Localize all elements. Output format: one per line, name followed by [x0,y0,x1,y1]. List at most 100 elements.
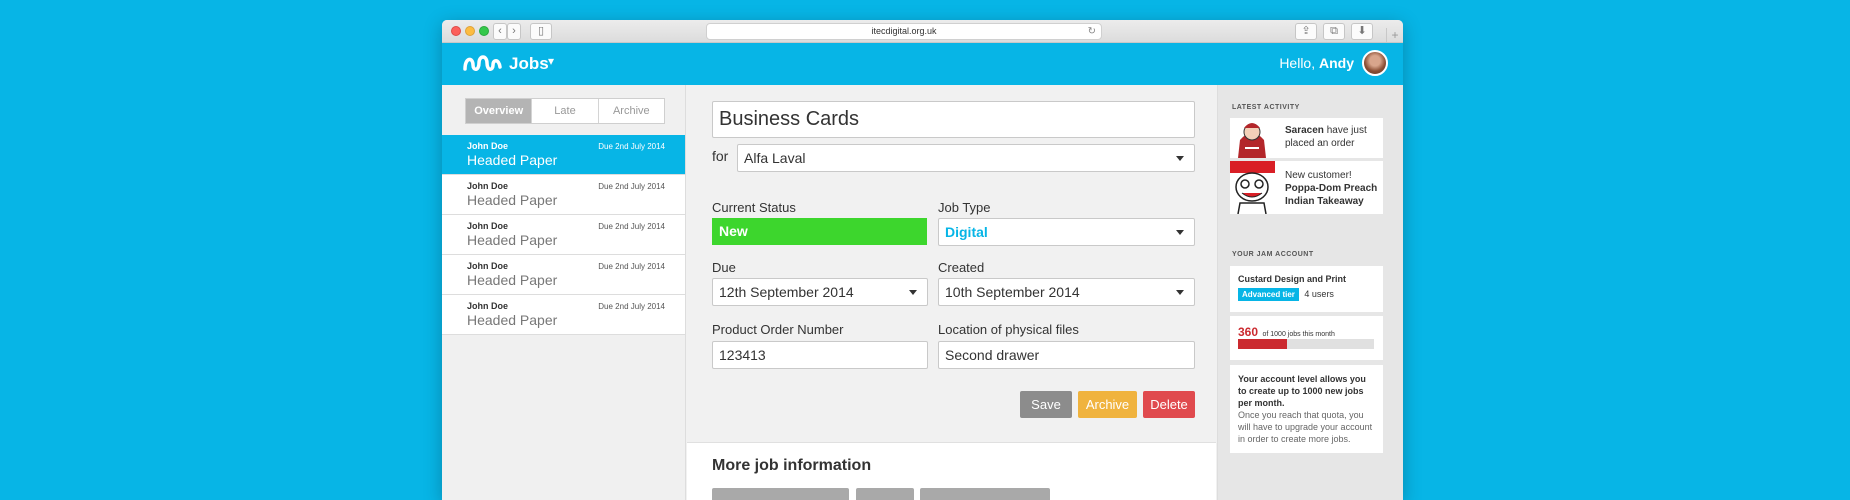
job-customer: John Doe [467,181,509,191]
created-date-value: 10th September 2014 [945,284,1080,300]
chevron-down-icon [1176,230,1184,235]
company-name: Custard Design and Print [1238,274,1347,284]
share-icon: ⇪ [1301,25,1311,37]
job-type-select[interactable]: Digital [938,218,1195,246]
job-title: Headed Paper [467,192,558,208]
list-item[interactable]: John Doe Due 2nd July 2014 Headed Paper [442,255,685,295]
save-button[interactable]: Save [1020,391,1072,418]
download-icon: ⬇ [1357,25,1367,37]
more-info-section: More job information [687,442,1216,500]
more-info-tab[interactable] [856,488,914,500]
tabs-button[interactable]: ⧉ [1323,23,1345,40]
account-section-title: YOUR JAM ACCOUNT [1232,251,1314,258]
latest-activity-title: LATEST ACTIVITY [1232,104,1300,111]
chevron-down-icon [1176,290,1184,295]
delete-button[interactable]: Delete [1143,391,1195,418]
plus-icon: + [1391,28,1399,42]
activity-text: Saracen have just placed an order [1285,124,1380,150]
tab-late[interactable]: Late [531,99,597,123]
job-list-tabs: Overview Late Archive [465,98,665,124]
due-date-value: 12th September 2014 [719,284,854,300]
list-item[interactable]: John Doe Due 2nd July 2014 Headed Paper [442,175,685,215]
job-due: Due 2nd July 2014 [598,262,665,271]
archive-button[interactable]: Archive [1078,391,1137,418]
close-window-button[interactable] [451,26,461,36]
jobs-count: 360 [1238,325,1259,339]
usage-card: 360 of 1000 jobs this month [1230,316,1383,360]
avatar[interactable] [1362,50,1388,76]
po-number-input[interactable] [712,341,928,369]
more-info-title: More job information [712,457,872,474]
created-date-select[interactable]: 10th September 2014 [938,278,1195,306]
job-type-value: Digital [945,224,988,240]
created-label: Created [938,260,985,275]
activity-actor: Poppa-Dom Preach Indian Takeaway [1285,183,1378,207]
jam-logo-icon [463,55,502,71]
location-input[interactable] [938,341,1195,369]
job-title: Headed Paper [467,312,558,328]
job-customer: John Doe [467,141,509,151]
app-title[interactable]: Jobs [509,54,549,74]
list-item[interactable]: John Doe Due 2nd July 2014 Headed Paper [442,135,685,175]
tier-badge[interactable]: Advanced tier [1238,288,1299,301]
user-count: 4 users [1304,289,1334,299]
url-text: itecdigital.org.uk [871,26,937,36]
location-label: Location of physical files [938,322,1079,337]
job-detail-form: for Alfa Laval Current Status New Job Ty… [687,85,1216,500]
more-info-tab[interactable] [712,488,849,500]
right-sidebar: LATEST ACTIVITY Saracen have just placed… [1217,85,1403,500]
tab-overview[interactable]: Overview [466,99,532,123]
share-button[interactable]: ⇪ [1295,23,1317,40]
more-info-tab[interactable] [920,488,1050,500]
greeting: Hello, Andy [1279,55,1354,71]
status-select[interactable]: New [712,218,927,245]
forward-button[interactable]: › [507,23,521,40]
list-item[interactable]: John Doe Due 2nd July 2014 Headed Paper [442,295,685,335]
due-label: Due [712,260,736,275]
url-bar[interactable]: itecdigital.org.uk ↻ [706,23,1102,40]
job-due: Due 2nd July 2014 [598,302,665,311]
sidebar-toggle-button[interactable]: ▯ [530,23,552,40]
sidebar-icon: ▯ [537,25,545,37]
for-label: for [712,148,729,164]
saracen-avatar-icon [1230,118,1275,158]
po-number-label: Product Order Number [712,322,844,337]
downloads-button[interactable]: ⬇ [1351,23,1373,40]
activity-actor: Saracen [1285,125,1324,136]
job-customer: John Doe [467,301,509,311]
notice-text: Once you reach that quota, you will have… [1238,410,1373,444]
client-select[interactable]: Alfa Laval [737,144,1195,172]
tab-archive[interactable]: Archive [597,99,664,123]
jobs-quota-text: of 1000 jobs this month [1262,331,1335,338]
activity-text: New customer! Poppa-Dom Preach Indian Ta… [1285,169,1380,208]
poppa-dom-avatar-icon [1230,161,1275,214]
job-type-label: Job Type [938,200,991,215]
chevron-right-icon: › [512,25,516,37]
list-item[interactable]: John Doe Due 2nd July 2014 Headed Paper [442,215,685,255]
browser-window: ‹ › ▯ itecdigital.org.uk ↻ ⇪ ⧉ ⬇ + Jobs … [442,20,1403,500]
activity-item[interactable]: New customer! Poppa-Dom Preach Indian Ta… [1230,161,1383,214]
reload-icon[interactable]: ↻ [1088,24,1096,39]
tier-row: Advanced tier 4 users [1238,288,1334,301]
activity-item[interactable]: Saracen have just placed an order [1230,118,1383,158]
job-title: Headed Paper [467,152,558,168]
account-card: Custard Design and Print Advanced tier 4… [1230,266,1383,312]
job-list-sidebar: Overview Late Archive John Doe Due 2nd J… [442,85,686,500]
usage-progress-fill [1238,339,1287,349]
job-due: Due 2nd July 2014 [598,142,665,151]
minimize-window-button[interactable] [465,26,475,36]
job-customer: John Doe [467,221,509,231]
job-title: Headed Paper [467,232,558,248]
zoom-window-button[interactable] [479,26,489,36]
status-value: New [719,223,748,239]
activity-prefix: New customer! [1285,170,1352,181]
status-label: Current Status [712,200,796,215]
job-due: Due 2nd July 2014 [598,182,665,191]
chevron-down-icon[interactable]: ▾ [548,54,554,68]
job-name-input[interactable] [712,101,1195,138]
back-button[interactable]: ‹ [493,23,507,40]
new-tab-button[interactable]: + [1386,28,1403,43]
app-header: Jobs ▾ Hello, Andy [442,43,1403,85]
due-date-select[interactable]: 12th September 2014 [712,278,928,306]
tabs-icon: ⧉ [1330,25,1338,37]
